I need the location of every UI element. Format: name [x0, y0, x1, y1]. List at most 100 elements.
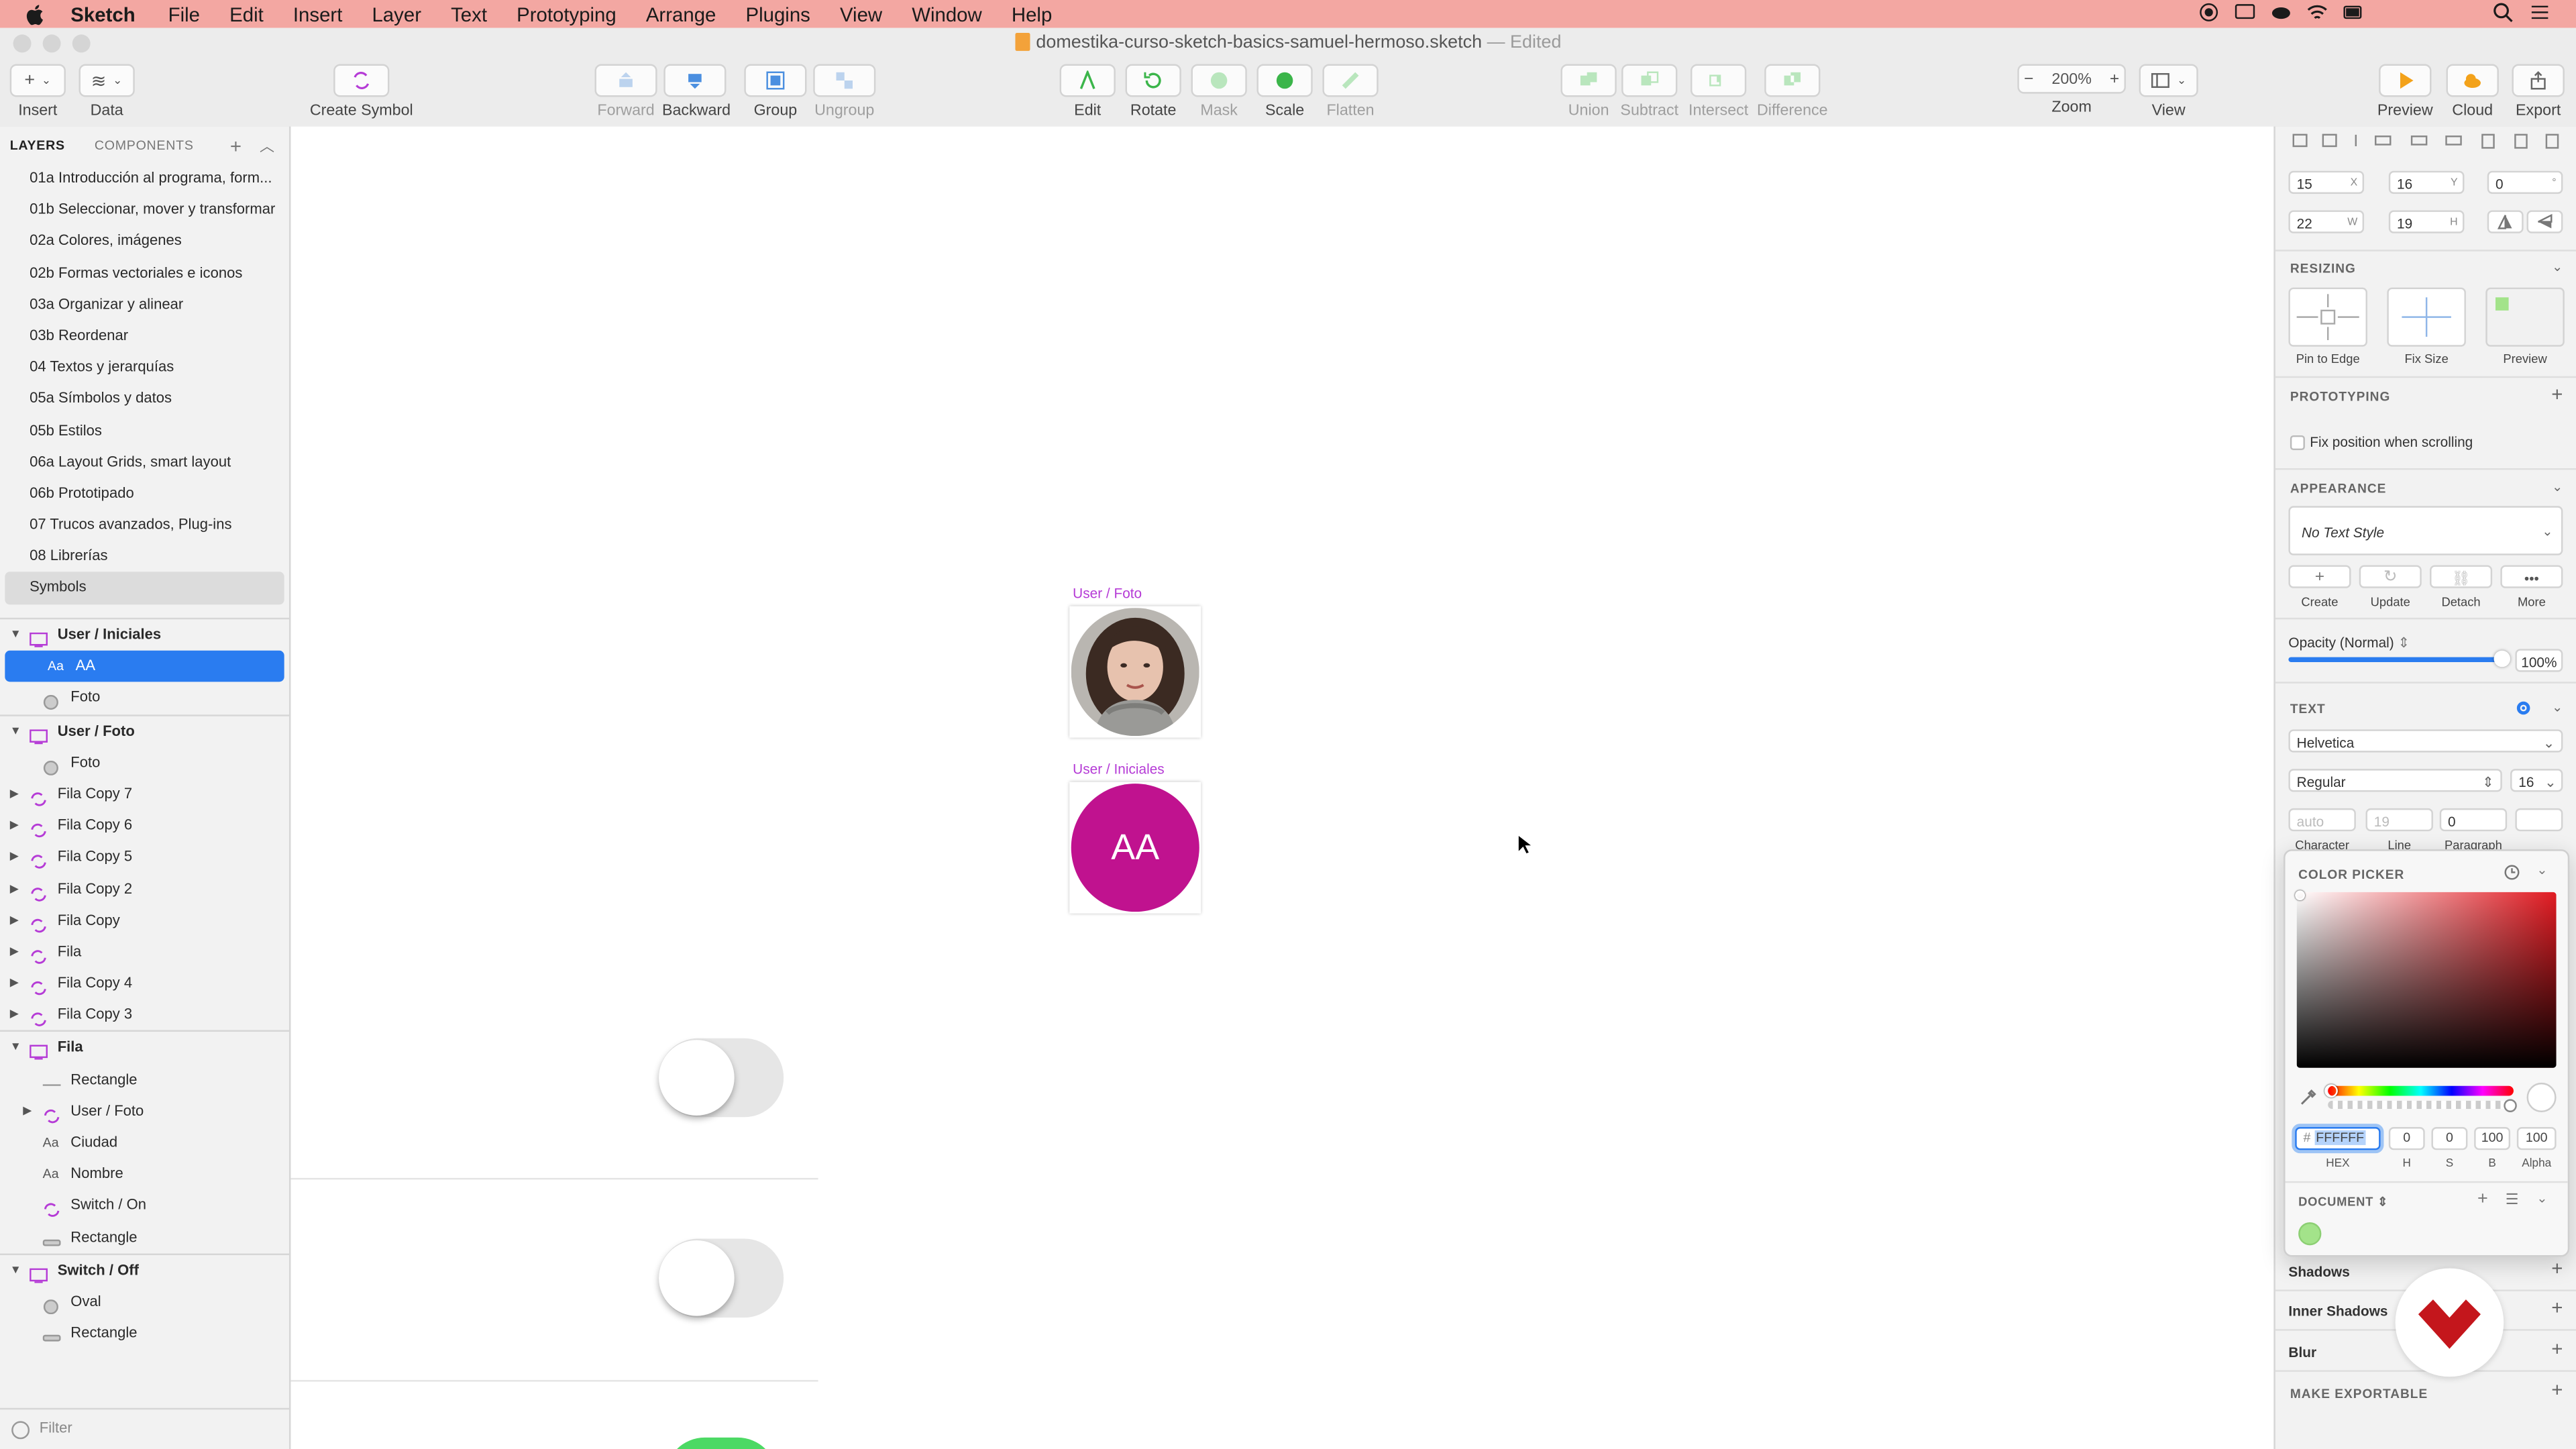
add-inner-shadow-icon[interactable]: +: [2551, 1296, 2563, 1319]
artboard-layer[interactable]: ▼ User / Foto: [0, 714, 290, 747]
eyedropper-icon[interactable]: [2298, 1087, 2318, 1107]
canvas[interactable]: User / Foto User / Iniciales AA: [290, 126, 2274, 1449]
disclosure-closed-icon[interactable]: ▶: [10, 810, 19, 842]
tab-layers[interactable]: LAYERS: [10, 137, 65, 152]
layer-item[interactable]: ▶ Fila Copy: [0, 905, 289, 936]
add-prototyping-icon[interactable]: +: [2551, 383, 2563, 406]
subtract-control[interactable]: [1621, 64, 1678, 97]
opacity-label[interactable]: Opacity (Normal) ⇕: [2288, 634, 2410, 652]
flatten-control[interactable]: [1322, 64, 1379, 97]
page-item[interactable]: 06a Layout Grids, smart layout: [0, 446, 289, 478]
menu-edit[interactable]: Edit: [229, 3, 264, 25]
fix-position-checkbox[interactable]: [2290, 435, 2305, 451]
artboard-label-user-iniciales[interactable]: User / Iniciales: [1073, 761, 1165, 777]
brightness-field[interactable]: 100: [2474, 1127, 2511, 1150]
paragraph-spacing-field[interactable]: 0: [2439, 808, 2508, 832]
intersect-control[interactable]: [1690, 64, 1747, 97]
menu-window[interactable]: Window: [912, 3, 982, 25]
mask-control[interactable]: [1191, 64, 1247, 97]
layer-item[interactable]: Oval: [0, 1286, 289, 1318]
layer-item[interactable]: ▶ Fila Copy 4: [0, 968, 289, 1000]
more-style-button[interactable]: •••: [2500, 565, 2563, 588]
menu-app-sketch[interactable]: Sketch: [70, 3, 135, 25]
export-control[interactable]: [2512, 64, 2565, 97]
page-item[interactable]: 04 Textos y jerarquías: [0, 352, 289, 383]
layer-item[interactable]: Aa AA: [5, 651, 284, 683]
width-field[interactable]: 22 W: [2288, 210, 2365, 233]
layer-item[interactable]: Foto: [0, 747, 289, 779]
rotation-field[interactable]: 0 °: [2487, 170, 2563, 194]
notification-center-icon[interactable]: [2528, 1, 2550, 23]
ungroup-control[interactable]: [813, 64, 876, 97]
tab-components[interactable]: COMPONENTS: [95, 137, 194, 152]
text-color-field[interactable]: [2515, 808, 2563, 832]
layer-item[interactable]: Rectangle: [0, 1064, 289, 1095]
page-item[interactable]: 05a Símbolos y datos: [0, 383, 289, 415]
disclosure-open-icon[interactable]: ▼: [10, 1254, 21, 1286]
mask-button[interactable]: Mask: [1191, 64, 1247, 120]
flatten-button[interactable]: Flatten: [1322, 64, 1379, 120]
disclosure-closed-icon[interactable]: ▶: [10, 968, 19, 1000]
page-item[interactable]: 03a Organizar y alinear: [0, 288, 289, 320]
layer-item[interactable]: Aa Nombre: [0, 1159, 289, 1190]
menu-file[interactable]: File: [168, 3, 200, 25]
artboard-layer[interactable]: ▼ Fila: [0, 1030, 290, 1064]
insert-button[interactable]: + ⌄ Insert: [9, 64, 66, 120]
chevron-up-icon[interactable]: ︿: [260, 135, 275, 156]
disclosure-closed-icon[interactable]: ▶: [10, 936, 19, 968]
update-style-button[interactable]: ↻: [2359, 565, 2422, 588]
create-symbol-control[interactable]: [333, 64, 390, 97]
rotate-control[interactable]: [1125, 64, 1181, 97]
difference-control[interactable]: [1764, 64, 1821, 97]
disclosure-open-icon[interactable]: ▼: [10, 619, 21, 651]
union-control[interactable]: [1560, 64, 1617, 97]
chevron-down-icon[interactable]: ⌄: [2536, 1191, 2547, 1206]
chevron-down-icon[interactable]: ⌄: [2552, 260, 2563, 274]
wifi-icon[interactable]: [2306, 1, 2328, 23]
add-blur-icon[interactable]: +: [2551, 1337, 2563, 1360]
menu-prototyping[interactable]: Prototyping: [517, 3, 616, 25]
page-item[interactable]: 06b Prototipado: [0, 478, 289, 509]
backward-button[interactable]: Backward: [662, 64, 731, 120]
artboard-user-foto[interactable]: [1069, 606, 1201, 738]
preview-control[interactable]: [2379, 64, 2432, 97]
height-field[interactable]: 19 H: [2388, 210, 2465, 233]
line-height-field[interactable]: 19: [2365, 808, 2433, 832]
edit-button[interactable]: Edit: [1059, 64, 1116, 120]
page-item[interactable]: 05b Estilos: [0, 415, 289, 446]
switch-off-2[interactable]: [659, 1238, 784, 1318]
layer-item[interactable]: Foto: [0, 682, 289, 714]
union-button[interactable]: Union: [1560, 64, 1617, 120]
layer-item[interactable]: ▶ Fila Copy 7: [0, 779, 289, 810]
spotlight-icon[interactable]: [2492, 1, 2514, 23]
page-item[interactable]: 08 Librerías: [0, 541, 289, 572]
insert-control[interactable]: + ⌄: [9, 64, 66, 97]
subtract-button[interactable]: Subtract: [1617, 64, 1682, 120]
avatar-initials[interactable]: AA: [1071, 784, 1199, 912]
document-colors-selector[interactable]: DOCUMENT ⇕: [2298, 1194, 2388, 1209]
layer-item[interactable]: ▶ Fila Copy 3: [0, 1000, 289, 1031]
zoom-stepper[interactable]: − 200% +: [2017, 64, 2126, 94]
disclosure-open-icon[interactable]: ▼: [10, 1032, 21, 1064]
chevron-down-icon[interactable]: ⌄: [2552, 700, 2563, 714]
preview-button[interactable]: Preview: [2375, 64, 2434, 120]
disclosure-open-icon[interactable]: ▼: [10, 716, 21, 747]
switch-knob[interactable]: [659, 1240, 735, 1316]
intersect-button[interactable]: Intersect: [1682, 64, 1755, 120]
add-export-icon[interactable]: +: [2551, 1379, 2563, 1401]
page-item[interactable]: 03b Reordenar: [0, 320, 289, 352]
chevron-down-icon[interactable]: ⌄: [2552, 480, 2563, 494]
saturation-brightness-field[interactable]: [2295, 890, 2557, 1068]
hex-field[interactable]: # FFFFFF: [2295, 1127, 2381, 1150]
menu-arrange[interactable]: Arrange: [646, 3, 716, 25]
font-weight-select[interactable]: Regular ⇕: [2288, 769, 2502, 792]
menu-help[interactable]: Help: [1012, 3, 1052, 25]
add-shadow-icon[interactable]: +: [2551, 1256, 2563, 1279]
forward-control[interactable]: [594, 64, 657, 97]
font-family-select[interactable]: Helvetica ⌄: [2288, 729, 2563, 753]
layer-item[interactable]: ▶ Fila Copy 6: [0, 810, 289, 842]
battery-icon[interactable]: [2343, 1, 2364, 23]
data-control[interactable]: ≋ ⌄: [78, 64, 135, 97]
cloud-control[interactable]: [2446, 64, 2499, 97]
export-button[interactable]: Export: [2510, 64, 2566, 120]
